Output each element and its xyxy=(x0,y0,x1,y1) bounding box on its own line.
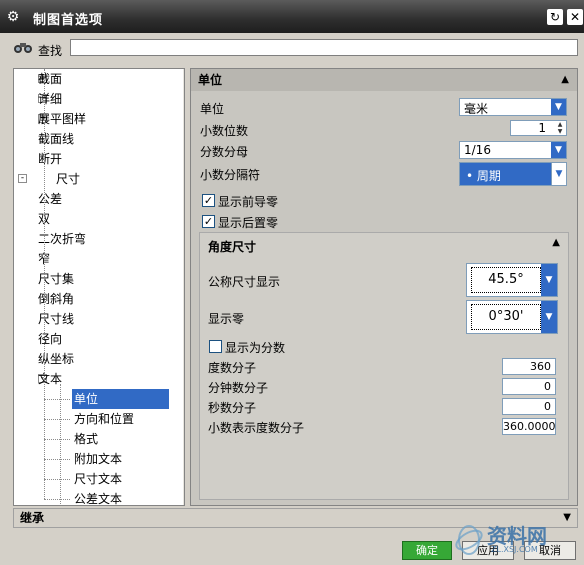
tree-connector xyxy=(44,479,70,480)
fraction-display-checkbox[interactable] xyxy=(209,340,222,353)
tree-scrollbar[interactable]: ▲ ≡ ▼ xyxy=(183,69,185,505)
scroll-up-icon[interactable]: ▲ xyxy=(183,69,184,83)
binoculars-icon xyxy=(14,43,32,53)
separator-value: • 周期 xyxy=(466,169,501,183)
decimals-label: 小数位数 xyxy=(200,124,249,138)
tree-item[interactable]: 尺寸集 xyxy=(36,269,74,289)
tree-item[interactable]: 断开 xyxy=(36,149,62,169)
tree-item[interactable]: 格式 xyxy=(72,429,98,449)
tree-item[interactable]: 截面线 xyxy=(36,129,74,149)
nominal-label: 公称尺寸显示 xyxy=(208,275,281,289)
tree-item[interactable]: 尺寸文本 xyxy=(72,469,122,489)
title-bar: ⚙ 制图首选项 ↻ ✕ xyxy=(0,0,584,33)
inherit-section[interactable]: 继承 ▼ xyxy=(13,508,578,528)
settings-panel: 单位 ▲ 单位 毫米 ▼ 小数位数 1 ▲ ▼ 分数分母 1/16 ▼ 小数分隔… xyxy=(190,68,578,506)
sec-num-label: 秒数分子 xyxy=(208,401,257,415)
sec-num-field[interactable]: 0 xyxy=(502,398,556,415)
tree-item[interactable]: 径向 xyxy=(36,329,62,349)
zero-value: 0°30' xyxy=(471,304,541,330)
cancel-button[interactable]: 取消 xyxy=(524,541,576,560)
unit-select[interactable]: 毫米 ▼ xyxy=(459,98,567,116)
window-title: 制图首选项 xyxy=(33,13,104,28)
tree-item[interactable]: 倒斜角 xyxy=(36,289,74,309)
increment-icon[interactable]: ▲ xyxy=(554,121,566,128)
search-input[interactable] xyxy=(70,39,578,56)
apply-button[interactable]: 应用 xyxy=(462,541,514,560)
tree-item[interactable]: 纵坐标 xyxy=(36,349,74,369)
tree-item[interactable]: 截面 xyxy=(36,69,62,89)
collapse-icon[interactable]: ▲ xyxy=(552,237,560,248)
dec-deg-label: 小数表示度数分子 xyxy=(208,421,305,435)
separator-select[interactable]: • 周期 ▼ xyxy=(459,162,567,186)
collapse-icon[interactable]: - xyxy=(18,174,27,183)
section-title: 单位 xyxy=(198,73,223,87)
tree-item[interactable]: 公差文本 xyxy=(72,489,122,505)
leading-zero-label: 显示前导零 xyxy=(218,195,279,209)
decimals-stepper[interactable]: 1 ▲ ▼ xyxy=(510,120,567,136)
leading-zero-checkbox[interactable]: ✓ xyxy=(202,194,215,207)
tree-item[interactable]: 方向和位置 xyxy=(72,409,134,429)
tree-item[interactable]: 公差 xyxy=(36,189,62,209)
unit-label: 单位 xyxy=(200,102,225,116)
gear-icon[interactable]: ⚙ xyxy=(6,10,20,24)
chevron-down-icon[interactable]: ▼ xyxy=(551,99,566,115)
nominal-select[interactable]: 45.5° ▼ xyxy=(466,263,558,297)
chevron-down-icon[interactable]: ▼ xyxy=(541,264,557,296)
zero-select[interactable]: 0°30' ▼ xyxy=(466,300,558,334)
tree-guide xyxy=(44,69,45,499)
search-label: 查找 xyxy=(38,44,63,58)
chevron-down-icon[interactable]: ▼ xyxy=(551,142,566,158)
min-num-label: 分钟数分子 xyxy=(208,381,269,395)
tree-item[interactable]: 窄 xyxy=(36,249,50,269)
fraction-label: 分数分母 xyxy=(200,145,249,159)
trailing-zero-label: 显示后置零 xyxy=(218,216,279,230)
tree-item[interactable]: 单位 xyxy=(72,389,169,409)
decimals-value: 1 xyxy=(538,121,546,135)
scroll-thumb[interactable]: ≡ xyxy=(184,206,185,406)
inherit-label: 继承 xyxy=(20,511,45,525)
tree-guide xyxy=(60,384,61,504)
decrement-icon[interactable]: ▼ xyxy=(554,128,566,135)
angle-section: 角度尺寸 ▲ 公称尺寸显示 45.5° ▼ 显示零 0°30' ▼ 显示为分数 … xyxy=(199,232,569,500)
trailing-zero-checkbox[interactable]: ✓ xyxy=(202,215,215,228)
deg-num-label: 度数分子 xyxy=(208,361,257,375)
tree-item[interactable]: 附加文本 xyxy=(72,449,122,469)
tree-connector xyxy=(44,499,70,500)
dec-deg-field[interactable]: 360.00000 xyxy=(502,418,556,435)
tree-item[interactable]: 尺寸 xyxy=(54,169,80,189)
fraction-select[interactable]: 1/16 ▼ xyxy=(459,141,567,159)
search-row: 查找 xyxy=(0,33,584,63)
min-num-field[interactable]: 0 xyxy=(502,378,556,395)
separator-label: 小数分隔符 xyxy=(200,168,261,182)
nominal-value: 45.5° xyxy=(471,267,541,293)
zero-label: 显示零 xyxy=(208,312,245,326)
tree-connector xyxy=(44,399,70,400)
tree-item[interactable]: 文本 xyxy=(36,369,62,389)
deg-num-field[interactable]: 360 xyxy=(502,358,556,375)
ok-button[interactable]: 确定 xyxy=(402,541,452,560)
reset-icon[interactable]: ↻ xyxy=(547,9,563,25)
tree-item[interactable]: 详细 xyxy=(36,89,62,109)
collapse-icon[interactable]: ▲ xyxy=(561,69,569,91)
chevron-down-icon[interactable]: ▼ xyxy=(541,301,557,333)
close-icon[interactable]: ✕ xyxy=(567,9,583,25)
unit-value: 毫米 xyxy=(464,102,489,116)
tree-connector xyxy=(44,439,70,440)
tree-item[interactable]: 尺寸线 xyxy=(36,309,74,329)
expand-icon[interactable]: ▼ xyxy=(563,509,571,527)
fraction-display-label: 显示为分数 xyxy=(225,341,286,355)
tree-connector xyxy=(44,419,70,420)
preferences-tree: + 截面 + 详细 + 展平图样 截面线 断开 - 尺寸 公差双二次折弯窄尺寸集 倒斜角 尺寸线 径向 纵坐… xyxy=(13,68,185,506)
fraction-value: 1/16 xyxy=(464,143,491,157)
angle-section-title: 角度尺寸 xyxy=(208,240,257,254)
tree-connector xyxy=(44,459,70,460)
scroll-down-icon[interactable]: ▼ xyxy=(183,491,184,505)
section-header-units[interactable]: 单位 ▲ xyxy=(191,69,577,91)
chevron-down-icon[interactable]: ▼ xyxy=(551,163,566,185)
tree-item[interactable]: 双 xyxy=(36,209,50,229)
